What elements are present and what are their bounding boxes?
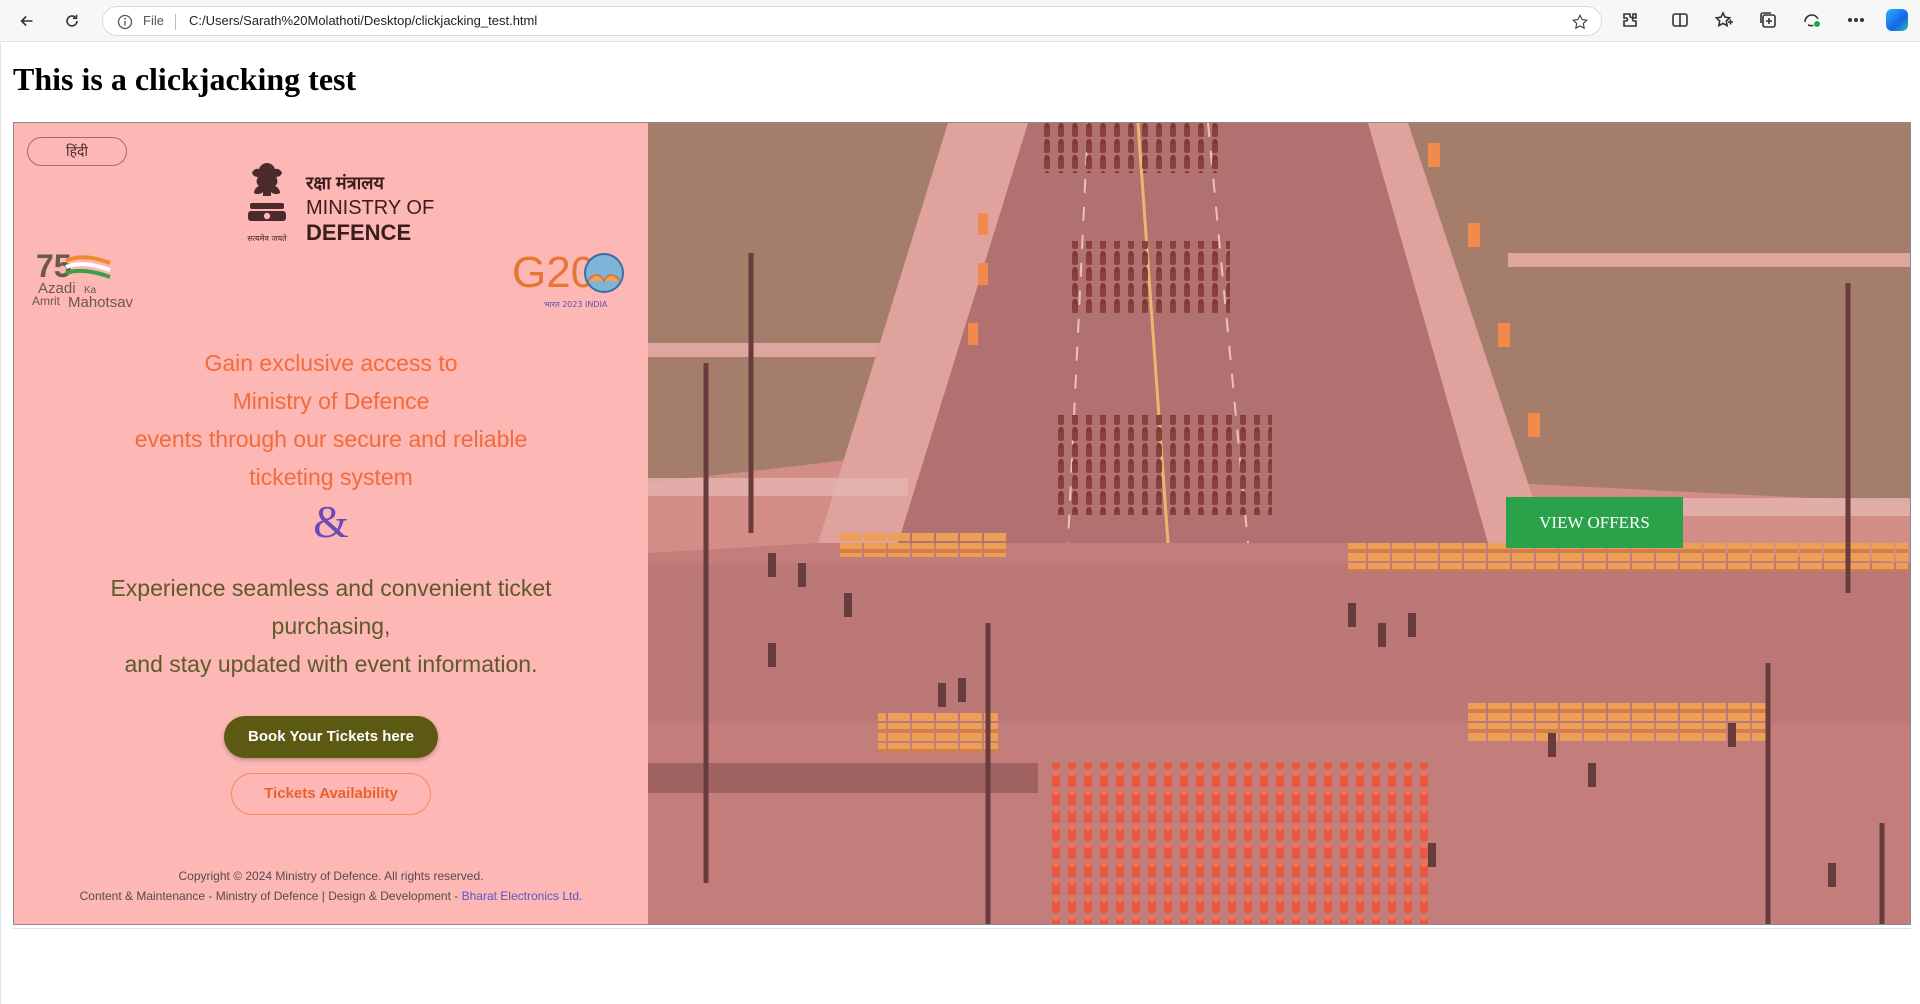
address-bar[interactable]: File C:/Users/Sarath%20Molathoti/Desktop… — [102, 6, 1602, 36]
ministry-logo-text: रक्षा मंत्रालय MINISTRY OF DEFENCE — [306, 171, 434, 246]
subline-line: purchasing, — [271, 613, 391, 639]
parade-scene-illustration — [648, 123, 1910, 924]
national-emblem-icon: सत्यमेव जयते — [247, 163, 287, 243]
split-screen-button[interactable] — [1670, 10, 1690, 30]
page-divider — [13, 928, 1911, 929]
page-title: This is a clickjacking test — [13, 61, 357, 97]
extensions-button[interactable] — [1620, 10, 1640, 30]
subline-line: Experience seamless and convenient ticke… — [110, 575, 552, 601]
headline-line: Gain exclusive access to — [204, 350, 458, 376]
info-icon[interactable] — [117, 14, 133, 30]
page-content: This is a clickjacking test हिंदी सत्यमे… — [0, 43, 1920, 1004]
scheme-label: File — [143, 13, 164, 28]
url-text[interactable]: C:/Users/Sarath%20Molathoti/Desktop/clic… — [189, 13, 537, 28]
collections-button[interactable] — [1758, 10, 1778, 30]
svg-text:Amrit: Amrit — [32, 294, 61, 308]
headline-text: Gain exclusive access to Ministry of Def… — [14, 344, 648, 496]
reload-icon — [66, 14, 78, 27]
address-separator — [175, 14, 176, 30]
headline-line: ticketing system — [249, 464, 413, 490]
ampersand: & — [313, 496, 349, 547]
copilot-icon[interactable] — [1886, 9, 1908, 31]
ministry-line2: DEFENCE — [306, 220, 412, 245]
more-button[interactable] — [1846, 10, 1866, 30]
parade-photo: VIEW OFFERS — [648, 123, 1910, 924]
emblem-motto: सत्यमेव जयते — [247, 233, 287, 243]
favorite-star-icon[interactable] — [1571, 13, 1589, 31]
embedded-iframe: हिंदी सत्यमेव जयते रक्षा मंत्रालय MINIST… — [13, 122, 1911, 925]
collections-icon — [1760, 12, 1776, 28]
credits-text: Content & Maintenance - Ministry of Defe… — [14, 889, 648, 903]
svg-text:G20: G20 — [512, 248, 595, 297]
credits-prefix: Content & Maintenance - Ministry of Defe… — [79, 889, 462, 903]
browser-essentials-button[interactable] — [1802, 10, 1822, 30]
browser-essentials-icon — [1804, 14, 1821, 28]
view-offers-button[interactable]: VIEW OFFERS — [1506, 497, 1683, 548]
g20-logo: G20 भारत 2023 INDIA — [512, 248, 624, 309]
azadi-ka-amrit-mahotsav-logo: 75 Azadi Ka Amrit Mahotsav — [32, 248, 134, 311]
more-icon — [1847, 18, 1865, 23]
ministry-hindi: रक्षा मंत्रालय — [306, 173, 384, 193]
favorites-button[interactable] — [1714, 10, 1734, 30]
tickets-availability-button[interactable]: Tickets Availability — [231, 773, 431, 815]
copyright-text: Copyright © 2024 Ministry of Defence. Al… — [178, 869, 484, 883]
ministry-line1: MINISTRY OF — [306, 197, 435, 219]
book-tickets-button[interactable]: Book Your Tickets here — [224, 716, 438, 758]
headline-line: events through our secure and reliable — [134, 426, 528, 452]
hindi-language-button[interactable]: हिंदी — [27, 137, 127, 166]
headline-line: Ministry of Defence — [232, 388, 430, 414]
back-button[interactable] — [13, 7, 41, 35]
svg-text:भारत 2023 INDIA: भारत 2023 INDIA — [544, 300, 608, 309]
subline-text: Experience seamless and convenient ticke… — [14, 569, 648, 683]
reload-button[interactable] — [58, 7, 86, 35]
back-icon — [20, 15, 33, 27]
bharat-electronics-link[interactable]: Bharat Electronics Ltd. — [462, 889, 583, 903]
browser-toolbar: File C:/Users/Sarath%20Molathoti/Desktop… — [0, 0, 1920, 42]
ministry-panel: हिंदी सत्यमेव जयते रक्षा मंत्रालय MINIST… — [14, 123, 648, 924]
split-screen-icon — [1672, 13, 1688, 27]
extensions-icon — [1623, 13, 1637, 27]
subline-line: and stay updated with event information. — [124, 651, 538, 677]
svg-text:Mahotsav: Mahotsav — [68, 294, 134, 311]
favorites-icon — [1714, 11, 1733, 28]
